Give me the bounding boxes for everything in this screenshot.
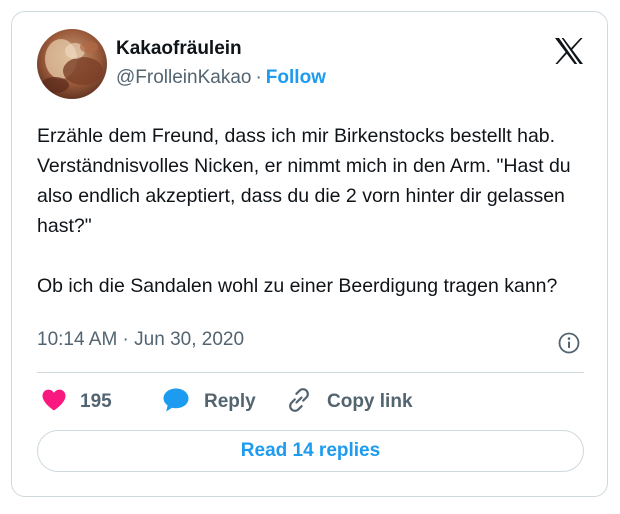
author-handle[interactable]: @FrolleinKakao bbox=[116, 67, 251, 88]
tweet-card: Kakaofräulein @FrolleinKakao · Follow Erzä… bbox=[11, 11, 608, 497]
copy-link-button[interactable]: Copy link bbox=[285, 387, 413, 417]
heart-icon bbox=[41, 388, 67, 417]
reply-button[interactable]: Reply bbox=[162, 387, 256, 417]
avatar[interactable] bbox=[37, 29, 107, 99]
x-logo-icon[interactable] bbox=[554, 37, 584, 65]
follow-button[interactable]: Follow bbox=[266, 67, 326, 88]
info-icon[interactable] bbox=[558, 332, 580, 354]
copy-link-label: Copy link bbox=[327, 391, 413, 412]
separator-dot: · bbox=[255, 67, 262, 88]
reply-label: Reply bbox=[204, 391, 256, 412]
action-bar: 195 Reply Copy link bbox=[37, 387, 584, 417]
tweet-line: Verständnisvolles Nicken, er nimmt mich … bbox=[37, 155, 571, 237]
link-icon bbox=[285, 386, 313, 419]
like-count: 195 bbox=[80, 391, 112, 412]
author-handle-row: @FrolleinKakao · Follow bbox=[116, 67, 326, 89]
read-replies-button[interactable]: Read 14 replies bbox=[37, 430, 584, 472]
tweet-timestamp[interactable]: 10:14 AM · Jun 30, 2020 bbox=[37, 329, 244, 351]
like-button[interactable]: 195 bbox=[41, 387, 112, 417]
tweet-text: Erzähle dem Freund, dass ich mir Birkens… bbox=[37, 121, 592, 301]
author-display-name[interactable]: Kakaofräulein bbox=[116, 38, 242, 60]
tweet-line: Erzähle dem Freund, dass ich mir Birkens… bbox=[37, 125, 556, 147]
speech-bubble-icon bbox=[162, 387, 190, 418]
tweet-line: Ob ich die Sandalen wohl zu einer Beerdi… bbox=[37, 275, 558, 297]
divider bbox=[37, 372, 584, 373]
